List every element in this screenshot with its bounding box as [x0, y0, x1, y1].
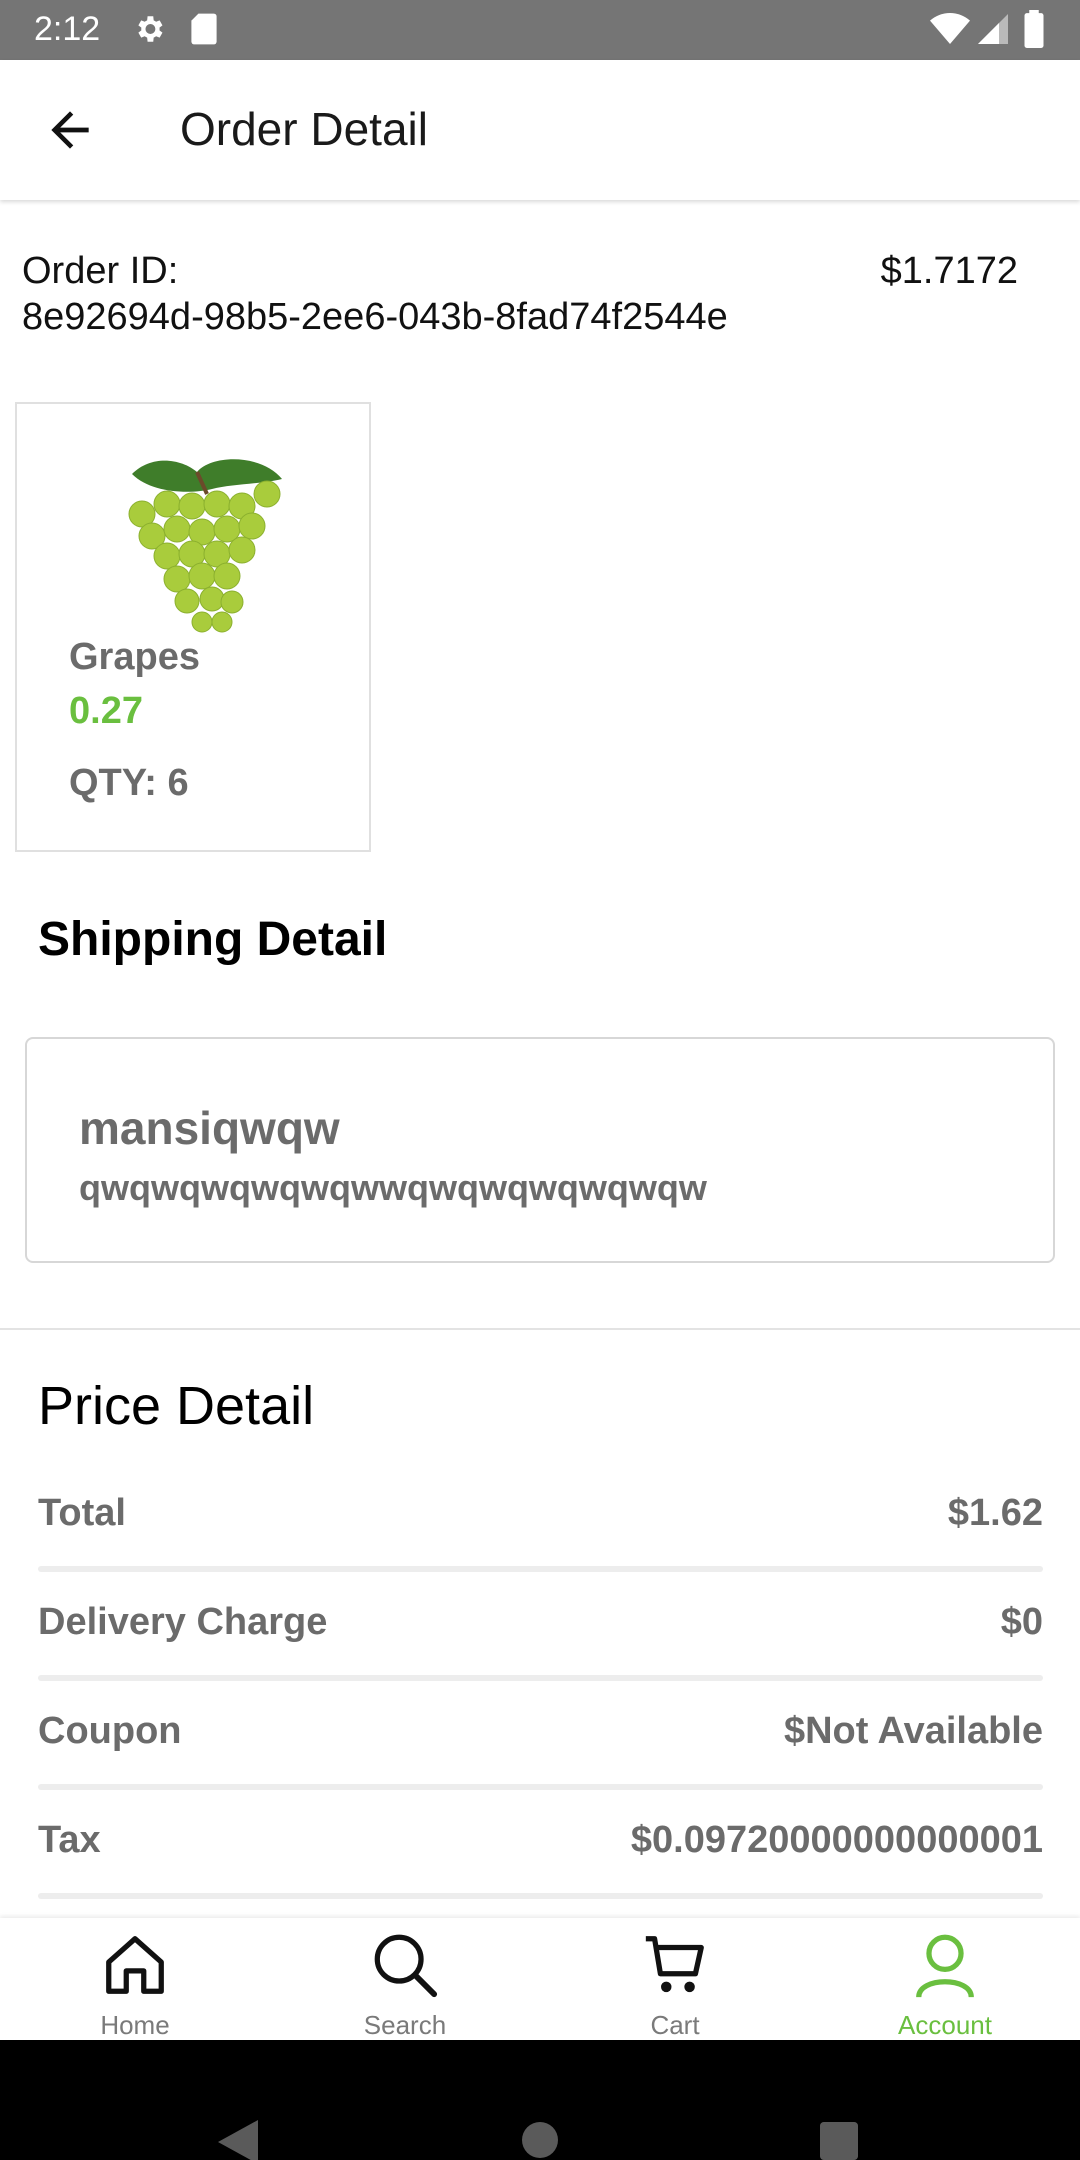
row-divider — [38, 1893, 1043, 1899]
wifi-icon — [930, 13, 970, 44]
product-name: Grapes — [69, 636, 200, 678]
shipping-card: mansiqwqw qwqwqwqwqwqwwqwqwqwqwqwqw — [25, 1037, 1055, 1263]
price-detail-heading: Price Detail — [38, 1376, 315, 1436]
nav-label: Search — [363, 2010, 447, 2040]
home-icon — [106, 1936, 164, 1994]
row-divider — [38, 1675, 1043, 1681]
order-amount: $1.7172 — [880, 250, 1018, 292]
product-price: 0.27 — [69, 690, 143, 732]
system-navigation-bar — [0, 2040, 1080, 2160]
price-label: Delivery Charge — [38, 1601, 328, 1643]
product-quantity: QTY: 6 — [69, 762, 189, 804]
price-row-delivery: Delivery Charge $0 — [38, 1581, 1043, 1681]
cell-signal-icon — [978, 14, 1008, 44]
sd-card-icon — [191, 13, 217, 45]
back-arrow-icon[interactable] — [40, 102, 100, 158]
nav-label: Cart — [650, 2010, 700, 2040]
nav-label: Account — [898, 2010, 992, 2040]
product-card[interactable]: Grapes 0.27 QTY: 6 — [15, 402, 371, 852]
nav-label: Home — [100, 2010, 170, 2040]
shipping-address: qwqwqwqwqwqwwqwqwqwqwqwqw — [79, 1167, 707, 1208]
price-value: $1.62 — [947, 1492, 1043, 1534]
bottom-navigation: Home Search Cart Account — [0, 1918, 1080, 2040]
order-id-value: 8e92694d-98b5-2ee6-043b-8fad74f2544e — [22, 296, 728, 338]
cart-icon — [645, 1936, 704, 1993]
system-home-icon[interactable] — [522, 2122, 558, 2158]
price-value: $0 — [1000, 1601, 1043, 1643]
nav-cart[interactable]: Cart — [540, 1918, 810, 2040]
account-icon — [916, 1934, 974, 1998]
status-time: 2:12 — [34, 10, 101, 48]
row-divider — [38, 1566, 1043, 1572]
price-row-coupon: Coupon $Not Available — [38, 1690, 1043, 1790]
order-id-label: Order ID: — [22, 250, 179, 292]
nav-account[interactable]: Account — [810, 1918, 1080, 2040]
system-back-icon[interactable] — [218, 2120, 258, 2160]
price-label: Total — [38, 1492, 126, 1534]
status-bar: 2:12 — [0, 0, 1080, 60]
shipping-detail-heading: Shipping Detail — [38, 913, 388, 966]
row-divider — [38, 1784, 1043, 1790]
battery-icon — [1024, 10, 1044, 48]
app-bar: Order Detail — [0, 60, 1080, 200]
search-icon — [374, 1934, 438, 1998]
price-value: $Not Available — [783, 1710, 1043, 1752]
nav-home[interactable]: Home — [0, 1918, 270, 2040]
shipping-name: mansiqwqw — [79, 1102, 340, 1154]
grapes-image — [128, 459, 282, 633]
section-divider — [0, 1328, 1080, 1330]
page-title: Order Detail — [180, 103, 428, 155]
price-row-tax: Tax $0.09720000000000001 — [38, 1799, 1043, 1899]
price-row-total: Total $1.62 — [38, 1472, 1043, 1572]
price-label: Tax — [38, 1819, 101, 1861]
system-recents-icon[interactable] — [820, 2122, 858, 2160]
price-value: $0.09720000000000001 — [630, 1819, 1043, 1861]
settings-gear-icon — [138, 16, 163, 42]
price-label: Coupon — [38, 1710, 182, 1752]
nav-search[interactable]: Search — [270, 1918, 540, 2040]
